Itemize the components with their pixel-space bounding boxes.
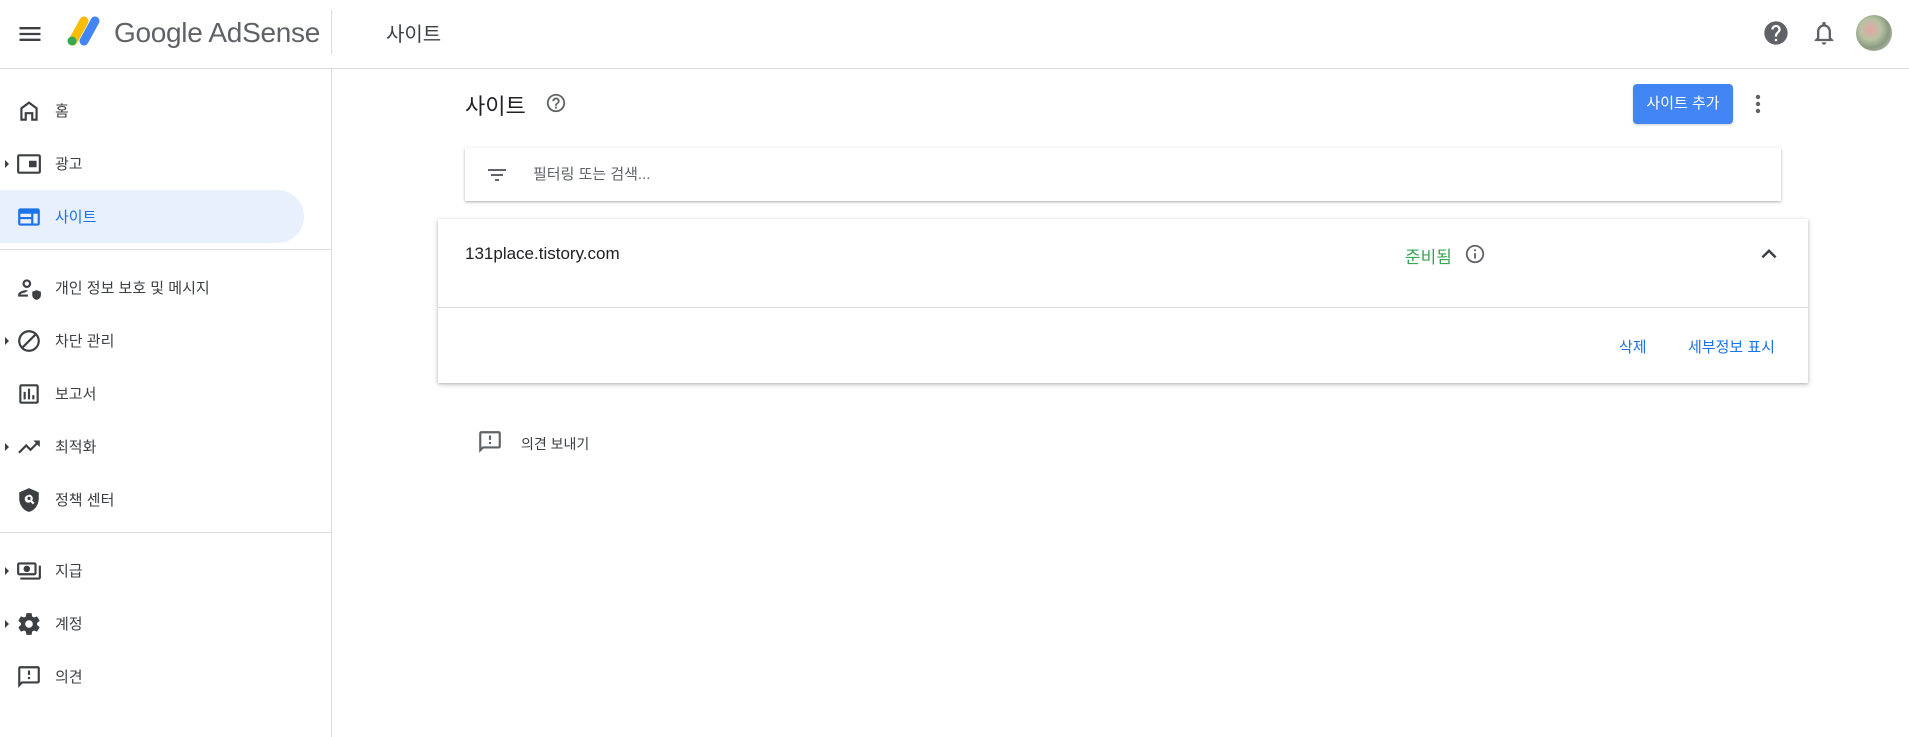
send-feedback-button[interactable]: 의견 보내기 [477,428,637,458]
policy-shield-icon [16,487,42,513]
sidebar-item-label: 개인 정보 보호 및 메시지 [55,280,210,297]
sidebar-item-label: 의견 [55,669,83,686]
sidebar-nav: 홈 광고 사이트 개인 정보 보호 및 메시지 차단 관리 보고서 최적화 정책… [0,69,332,737]
sidebar-item-reports[interactable]: 보고서 [0,367,304,420]
add-site-button[interactable]: 사이트 추가 [1633,84,1733,124]
sidebar-item-policy-center[interactable]: 정책 센터 [0,473,304,526]
sidebar-item-label: 홈 [55,103,69,120]
gear-icon [16,611,42,637]
sidebar-item-ads[interactable]: 광고 [0,137,304,190]
hamburger-menu-icon[interactable] [16,20,44,48]
adsense-logo-icon [64,15,102,47]
feedback-icon [16,664,42,690]
site-card: 131place.tistory.com 준비됨 삭제 세부정보 표시 [438,219,1808,383]
header-section-title: 사이트 [386,24,442,46]
sidebar-item-payments[interactable]: 지급 [0,544,304,597]
site-domain: 131place.tistory.com [465,244,620,263]
sidebar-divider [0,249,332,250]
more-options-icon[interactable] [1748,91,1768,117]
optimization-icon [16,434,42,460]
feedback-icon [477,429,503,455]
help-outline-icon[interactable] [545,92,567,114]
payments-icon [16,558,42,584]
page-title: 사이트 [465,94,526,119]
expand-caret-icon [5,567,9,575]
sidebar-item-home[interactable]: 홈 [0,84,304,137]
help-icon[interactable] [1762,19,1790,47]
sites-icon [16,204,42,230]
expand-caret-icon [5,620,9,628]
notifications-bell-icon[interactable] [1810,19,1838,47]
sidebar-item-feedback[interactable]: 의견 [0,650,304,703]
delete-site-link[interactable]: 삭제 [1619,336,1647,357]
filter-bar [465,148,1781,201]
privacy-icon [16,275,42,301]
filter-list-icon[interactable] [485,163,509,187]
sidebar-divider [0,532,332,533]
ads-icon [16,151,42,177]
filter-search-input[interactable] [533,157,1753,191]
info-icon[interactable] [1464,243,1486,265]
sidebar-item-label: 지급 [55,563,83,580]
sidebar-item-label: 광고 [55,156,83,173]
account-avatar[interactable] [1856,15,1892,51]
expand-caret-icon [5,443,9,451]
sidebar-item-label: 정책 센터 [55,492,115,509]
sidebar-item-account[interactable]: 계정 [0,597,304,650]
chevron-up-icon[interactable] [1754,239,1784,269]
send-feedback-label: 의견 보내기 [521,436,590,452]
sidebar-item-label: 최적화 [55,439,97,456]
reports-icon [16,381,42,407]
sidebar-item-optimization[interactable]: 최적화 [0,420,304,473]
show-details-link[interactable]: 세부정보 표시 [1688,336,1775,357]
card-divider [438,307,1808,308]
app-name: Google AdSense [114,17,320,48]
top-app-bar: Google AdSense 사이트 [0,0,1909,69]
sidebar-item-label: 계정 [55,616,83,633]
sidebar-item-privacy-messaging[interactable]: 개인 정보 보호 및 메시지 [0,261,304,314]
sidebar-item-blocking-controls[interactable]: 차단 관리 [0,314,304,367]
sidebar-item-label: 사이트 [55,209,97,226]
home-icon [16,98,42,124]
sidebar-item-label: 보고서 [55,386,97,403]
sidebar-item-label: 차단 관리 [55,333,115,350]
expand-caret-icon [5,337,9,345]
header-divider [331,10,332,54]
status-badge: 준비됨 [1405,248,1452,267]
sidebar-item-sites[interactable]: 사이트 [0,190,304,243]
expand-caret-icon [5,160,9,168]
block-icon [16,328,42,354]
